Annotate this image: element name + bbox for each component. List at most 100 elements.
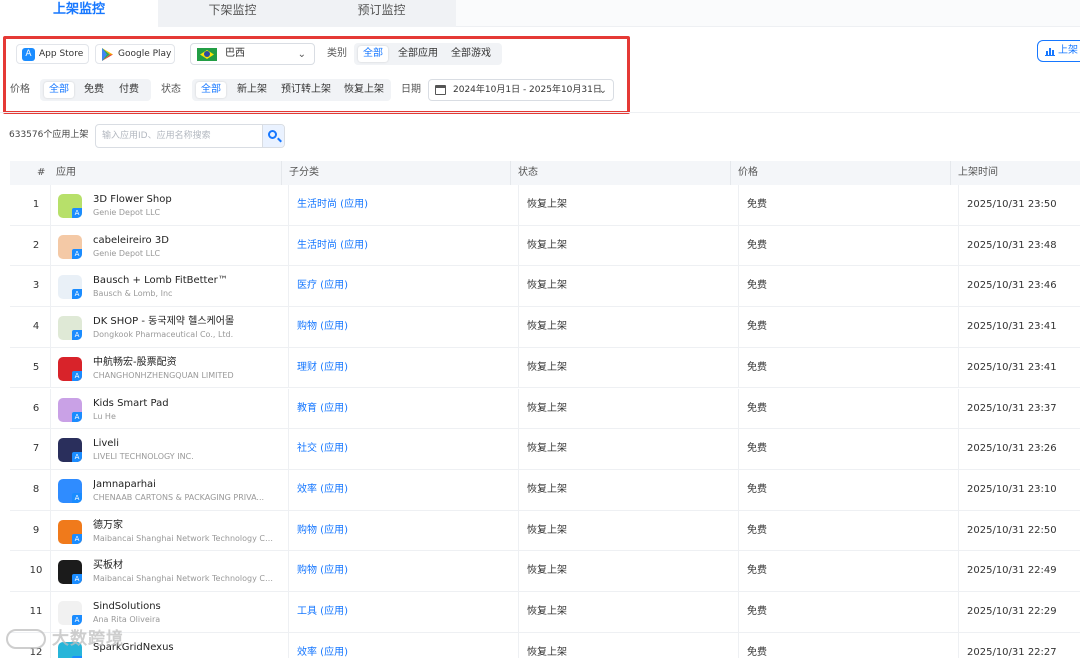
table-row[interactable]: 4 A DK SHOP - 동국제약 헬스케어몰 Dongkook Pharmaceu… bbox=[10, 307, 1080, 348]
table-row[interactable]: 11 A SindSolutions Ana Rita Oliveira 工具 (应用)… bbox=[10, 592, 1080, 633]
app-name[interactable]: 买板材 bbox=[93, 559, 123, 572]
table-row[interactable]: 12ASparkGridNexus效率 (应用)恢复上架免费2025/10/31… bbox=[10, 632, 1080, 658]
app-icon: A bbox=[58, 438, 82, 463]
app-cell[interactable]: A Kids Smart Pad Lu He bbox=[50, 388, 288, 429]
table-row[interactable]: 6 A Kids Smart Pad Lu He 教育 (应用) 恢复上架 免费 2025/1… bbox=[10, 388, 1080, 430]
app-icon: A bbox=[58, 478, 82, 503]
row-index: 10 bbox=[29, 565, 43, 577]
table-row[interactable]: 3 A Bausch + Lomb FitBetter™ Bausch & Lomb,… bbox=[10, 266, 1080, 308]
listing-time-value: 2025/10/31 23:41 bbox=[967, 361, 1057, 373]
filter-panel: A App Store Google Play 巴西 ⌄ 类别 全部 全部应用 … bbox=[3, 36, 630, 114]
app-cell[interactable]: A DK SHOP - 동국제약 헬스케어몰 Dongkook Pharmaceut… bbox=[50, 307, 288, 348]
app-cell[interactable]: A Liveli LIVELI TECHNOLOGY INC. bbox=[50, 429, 288, 470]
google-play-button[interactable]: Google Play bbox=[95, 44, 175, 64]
subcategory-link[interactable]: 医疗 (应用) bbox=[297, 266, 348, 306]
row-index: 8 bbox=[32, 483, 40, 495]
country-value: 巴西 bbox=[225, 48, 245, 59]
app-name[interactable]: 3D Flower Shop bbox=[93, 193, 172, 206]
subcategory-link[interactable]: 效率 (应用) bbox=[297, 633, 348, 658]
listing-time-cell: 2025/10/31 23:41 bbox=[958, 347, 1080, 388]
status-cell: 恢复上架 bbox=[518, 551, 738, 592]
row-index: 6 bbox=[32, 402, 40, 414]
price-cell: 免费 bbox=[738, 551, 958, 592]
price-label: 价格 bbox=[10, 84, 30, 95]
tab-delisting-monitor[interactable]: 下架监控 bbox=[158, 0, 307, 27]
app-cell[interactable]: A 中航畅宏-股票配资 CHANGHONHZHENGQUAN LIMITED bbox=[50, 347, 288, 388]
status-option-preorder-to-listing[interactable]: 预订转上架 bbox=[276, 82, 336, 98]
app-name[interactable]: DK SHOP - 동국제약 헬스케어몰 bbox=[93, 315, 234, 328]
brazil-flag-icon bbox=[197, 48, 217, 61]
subcategory-link[interactable]: 理财 (应用) bbox=[297, 348, 348, 388]
category-option-games[interactable]: 全部游戏 bbox=[446, 46, 496, 62]
app-name[interactable]: 中航畅宏-股票配资 bbox=[93, 356, 177, 369]
app-store-icon: A bbox=[22, 48, 35, 61]
app-store-button[interactable]: A App Store bbox=[16, 44, 89, 64]
subcategory-link[interactable]: 生活时尚 (应用) bbox=[297, 226, 368, 266]
subcategory-link[interactable]: 社交 (应用) bbox=[297, 429, 348, 469]
table-row[interactable]: 9 A 德万家 Maibancai Shanghai Network Technolo… bbox=[10, 510, 1080, 552]
price-option-free[interactable]: 免费 bbox=[79, 82, 109, 98]
app-cell[interactable]: A 买板材 Maibancai Shanghai Network Technolog… bbox=[50, 551, 288, 592]
subcategory-link[interactable]: 效率 (应用) bbox=[297, 470, 348, 510]
status-option-all[interactable]: 全部 bbox=[196, 82, 226, 98]
row-index: 1 bbox=[32, 199, 40, 210]
table-row[interactable]: 5 A 中航畅宏-股票配资 CHANGHONHZHENGQUAN LIMITED 理财 … bbox=[10, 347, 1080, 389]
search-button[interactable] bbox=[262, 125, 284, 147]
app-developer: Lu He bbox=[93, 411, 116, 421]
category-option-all[interactable]: 全部 bbox=[358, 46, 388, 62]
listing-time-value: 2025/10/31 22:27 bbox=[967, 646, 1057, 658]
status-value: 恢复上架 bbox=[527, 199, 567, 210]
app-name[interactable]: Jamnaparhai bbox=[93, 478, 156, 491]
status-option-relisted[interactable]: 恢复上架 bbox=[339, 82, 389, 98]
table-row[interactable]: 2 Acabeleireiro 3D Genie Depot LLC 生活时尚 (应用… bbox=[10, 225, 1080, 267]
search-input[interactable] bbox=[102, 128, 257, 144]
header-listing-time: 上架时间 bbox=[950, 161, 998, 185]
price-option-paid[interactable]: 付费 bbox=[114, 82, 144, 98]
app-cell[interactable]: A 德万家 Maibancai Shanghai Network Technolog… bbox=[50, 510, 288, 551]
category-option-apps[interactable]: 全部应用 bbox=[393, 46, 443, 62]
tab-listing-monitor[interactable]: 上架监控 bbox=[0, 0, 158, 27]
subcategory-link[interactable]: 教育 (应用) bbox=[297, 389, 348, 429]
country-select[interactable]: 巴西 ⌄ bbox=[190, 43, 315, 65]
app-name[interactable]: Kids Smart Pad bbox=[93, 397, 169, 410]
listing-chart-button[interactable]: 上架 bbox=[1037, 40, 1080, 62]
subcategory-link[interactable]: 购物 (应用) bbox=[297, 551, 348, 591]
app-cell[interactable]: A Bausch + Lomb FitBetter™ Bausch & Lomb, … bbox=[50, 266, 288, 307]
app-cell[interactable]: Acabeleireiro 3D Genie Depot LLC bbox=[50, 225, 288, 266]
table-row[interactable]: 10 A 买板材 Maibancai Shanghai Network Technol… bbox=[10, 551, 1080, 592]
listing-time-cell: 2025/10/31 23:46 bbox=[958, 266, 1080, 307]
subcategory-cell: 教育 (应用) bbox=[288, 388, 518, 429]
app-name[interactable]: 德万家 bbox=[93, 519, 123, 532]
subcategory-link[interactable]: 购物 (应用) bbox=[297, 307, 348, 347]
tab-preorder-monitor[interactable]: 预订监控 bbox=[307, 0, 456, 27]
app-cell[interactable]: A Jamnaparhai CHENAAB CARTONS & PACKAGING … bbox=[50, 469, 288, 510]
app-name[interactable]: cabeleireiro 3D bbox=[93, 234, 169, 247]
status-cell: 恢复上架 bbox=[518, 388, 738, 429]
app-name[interactable]: Bausch + Lomb FitBetter™ bbox=[93, 274, 228, 287]
subcategory-link[interactable]: 购物 (应用) bbox=[297, 511, 348, 551]
price-option-all[interactable]: 全部 bbox=[44, 82, 74, 98]
app-developer: Genie Depot LLC bbox=[93, 208, 161, 217]
status-value: 恢复上架 bbox=[527, 443, 567, 455]
date-range-picker[interactable]: 2024年10月1日 - 2025年10月31日 ⌄ bbox=[428, 79, 614, 101]
app-icon: A bbox=[58, 560, 82, 585]
row-index: 3 bbox=[32, 280, 40, 292]
price-value: 免费 bbox=[747, 239, 767, 251]
table-row[interactable]: 8 A Jamnaparhai CHENAAB CARTONS & PACKAGING… bbox=[10, 469, 1080, 511]
app-name[interactable]: SindSolutions bbox=[93, 600, 161, 613]
watermark: 大数跨境 bbox=[6, 624, 124, 649]
status-option-new[interactable]: 新上架 bbox=[232, 82, 272, 98]
subcategory-cell: 效率 (应用) bbox=[288, 469, 518, 510]
table-row[interactable]: 7 A Liveli LIVELI TECHNOLOGY INC. 社交 (应用) 恢复上… bbox=[10, 429, 1080, 470]
app-store-badge-icon: A bbox=[72, 248, 82, 259]
subcategory-link[interactable]: 工具 (应用) bbox=[297, 592, 348, 632]
app-cell[interactable]: A 3D Flower Shop Genie Depot LLC bbox=[50, 185, 288, 225]
row-index: 4 bbox=[32, 321, 40, 333]
subcategory-cell: 生活时尚 (应用) bbox=[288, 225, 518, 266]
subcategory-link[interactable]: 生活时尚 (应用) bbox=[297, 185, 368, 225]
app-name[interactable]: Liveli bbox=[93, 437, 119, 450]
table-row[interactable]: 1 A 3D Flower Shop Genie Depot LLC 生活时尚 (应用)… bbox=[10, 185, 1080, 226]
price-value: 免费 bbox=[747, 402, 767, 414]
status-cell: 恢复上架 bbox=[518, 307, 738, 348]
app-store-badge-icon: A bbox=[72, 289, 82, 300]
